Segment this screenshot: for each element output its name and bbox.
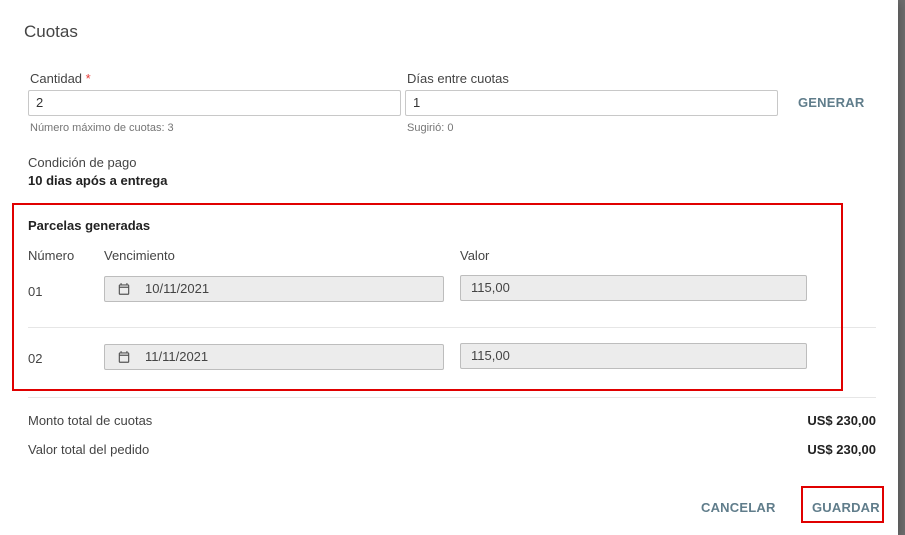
cancel-button[interactable]: CANCELAR [701,500,776,515]
valor-pedido-label: Valor total del pedido [28,442,150,457]
generar-button[interactable]: GENERAR [798,95,864,110]
save-button[interactable]: GUARDAR [812,500,880,515]
totals-divider [28,397,876,398]
valor-pedido-value: US$ 230,00 [807,442,876,457]
backdrop [898,0,905,535]
condicion-pago-value: 10 dias após a entrega [28,173,168,188]
cantidad-label: Cantidad * [30,71,91,86]
required-mark: * [85,71,91,86]
cantidad-label-text: Cantidad [30,71,83,86]
cuotas-dialog: Cuotas Cantidad * 2 Número máximo de cuo… [0,0,898,535]
dias-entre-cuotas-input[interactable]: 1 [405,90,778,116]
condicion-pago-label: Condición de pago [28,155,137,170]
cantidad-input[interactable]: 2 [28,90,401,116]
dias-entre-cuotas-hint: Sugirió: 0 [407,122,454,134]
cantidad-hint: Número máximo de cuotas: 3 [30,122,174,134]
dialog-title: Cuotas [24,22,78,41]
monto-total-label: Monto total de cuotas [28,413,153,428]
dias-entre-cuotas-label: Días entre cuotas [407,71,509,86]
parcelas-highlight-box [12,203,843,391]
monto-total-value: US$ 230,00 [807,413,876,428]
